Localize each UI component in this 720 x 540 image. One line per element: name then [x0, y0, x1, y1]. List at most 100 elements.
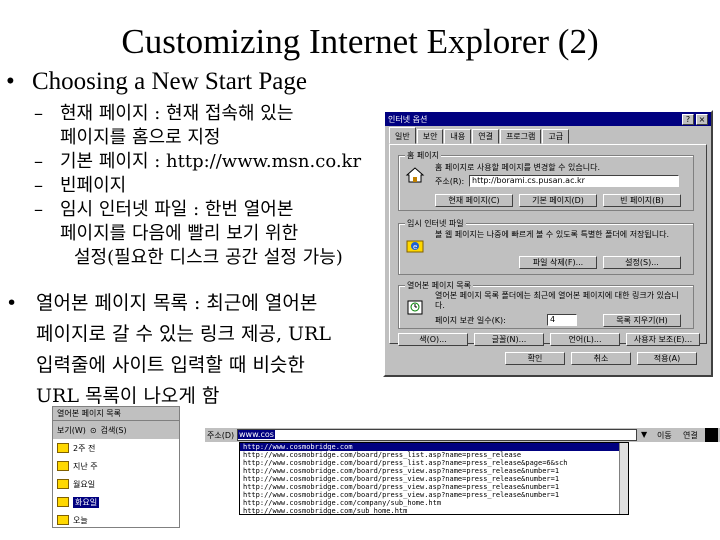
dash-symbol: – — [34, 151, 43, 172]
home-page-group: 홈 페이지 홈 페이지로 사용할 페이지를 변경할 수 있습니다. 주소(R):… — [398, 150, 694, 211]
url-suggestion[interactable]: http://www.cosmobridge.com/sub_home.htm — [240, 507, 628, 515]
address-label: 주소(R): — [435, 177, 465, 186]
history-pane: 열어본 페이지 목록 보기(W) ⊙ 검색(S) 2주 전 지난 주 월요일 화… — [52, 406, 180, 528]
address-bar-label: 주소(D) — [207, 431, 235, 440]
dash-symbol: – — [34, 199, 43, 220]
sub-bullet-item: – 현재 페이지 : 현재 접속해 있는 페이지를 홈으로 지정 — [34, 102, 394, 150]
second-bullet-line: 열어본 페이지 목록 : 최근에 열어본 — [36, 292, 318, 314]
sub-bullet-line: 임시 인터넷 파일 : 한번 열어본 — [60, 199, 294, 220]
history-group: 열어본 페이지 목록 열어본 페이지 목록 폴더에는 최근에 열어본 페이지에 … — [398, 280, 694, 329]
ie-logo-icon — [705, 428, 718, 442]
address-input[interactable]: www.cos — [237, 429, 637, 441]
address-bar: 주소(D) www.cos ▼ 이동 연결 — [205, 427, 720, 442]
second-bullet-line: 페이지로 갈 수 있는 링크 제공, URL — [36, 323, 331, 345]
bullet-symbol: • — [6, 292, 18, 314]
typed-text: www.cos — [238, 430, 275, 439]
history-text: 열어본 페이지 목록 폴더에는 최근에 열어본 페이지에 대한 링크가 있습니다… — [435, 291, 679, 310]
url-suggestion[interactable]: http://www.cosmobridge.com/board/press_v… — [240, 475, 628, 483]
sub-bullet-item: – 임시 인터넷 파일 : 한번 열어본 페이지를 다음에 빨리 보기 위한 설… — [34, 198, 394, 270]
sub-bullet-list: – 현재 페이지 : 현재 접속해 있는 페이지를 홈으로 지정 – 기본 페이… — [34, 102, 394, 270]
url-suggestion[interactable]: http://www.cosmobridge.com/company/sub_h… — [240, 499, 628, 507]
folder-icon — [57, 461, 69, 471]
delete-files-button[interactable]: 파일 삭제(F)... — [519, 256, 597, 269]
dialog-action-row: 확인 취소 적용(A) — [385, 344, 711, 372]
tab-connections[interactable]: 연결 — [472, 129, 499, 144]
url-suggestion[interactable]: http://www.cosmobridge.com/board/press_v… — [240, 491, 628, 499]
url-suggestion-list: http://www.cosmobridge.com http://www.co… — [239, 442, 629, 515]
url-suggestion[interactable]: http://www.cosmobridge.com/board/press_v… — [240, 467, 628, 475]
folder-icon — [57, 497, 69, 507]
history-item[interactable]: 오늘 — [53, 511, 179, 529]
history-item-selected[interactable]: 화요일 — [53, 493, 179, 511]
history-item[interactable]: 2주 전 — [53, 439, 179, 457]
sub-bullet-item: – 기본 페이지 : http://www.msn.co.kr — [34, 150, 394, 174]
use-blank-button[interactable]: 빈 페이지(B) — [603, 194, 681, 207]
bullet-symbol: • — [6, 68, 15, 95]
dropdown-arrow-icon[interactable]: ▼ — [641, 430, 647, 439]
main-bullet-text: Choosing a New Start Page — [32, 68, 307, 95]
tab-advanced[interactable]: 고급 — [542, 129, 570, 144]
ok-button[interactable]: 확인 — [505, 352, 565, 365]
history-item[interactable]: 월요일 — [53, 475, 179, 493]
folder-icon — [57, 479, 69, 489]
folder-icon — [57, 515, 69, 525]
sub-bullet-line: 현재 페이지 : 현재 접속해 있는 — [60, 103, 294, 124]
history-icon — [407, 300, 423, 315]
apply-button[interactable]: 적용(A) — [637, 352, 697, 365]
search-icon: ⊙ — [89, 425, 97, 435]
history-legend: 열어본 페이지 목록 — [405, 280, 473, 291]
folder-icon — [57, 443, 69, 453]
url-suggestion[interactable]: http://www.cosmobridge.com/board/press_v… — [240, 483, 628, 491]
history-days-spinner[interactable]: 4 — [547, 314, 577, 326]
home-page-legend: 홈 페이지 — [405, 150, 441, 161]
main-bullet: • Choosing a New Start Page — [6, 68, 307, 96]
history-days-label: 페이지 보관 일수(K): — [435, 316, 506, 325]
second-bullet-line: 입력줄에 사이트 입력할 때 비슷한 — [36, 354, 305, 376]
temp-files-legend: 임시 인터넷 파일 — [405, 218, 466, 229]
temp-settings-button[interactable]: 설정(S)... — [603, 256, 681, 269]
close-button[interactable]: × — [696, 113, 708, 125]
go-button[interactable]: 이동 — [657, 430, 672, 441]
dialog-titlebar: 인터넷 옵션 ? × — [385, 112, 711, 126]
tab-security[interactable]: 보안 — [416, 129, 444, 144]
links-button[interactable]: 연결 — [683, 430, 698, 441]
search-button[interactable]: 검색(S) — [101, 425, 127, 436]
history-pane-toolbar: 보기(W) ⊙ 검색(S) — [53, 421, 179, 439]
sub-bullet-line: 설정(필요한 디스크 공간 설정 가능) — [74, 247, 343, 268]
url-suggestion[interactable]: http://www.cosmobridge.com — [240, 443, 628, 451]
sub-bullet-line: 페이지를 다음에 빨리 보기 위한 — [60, 223, 299, 244]
history-pane-header: 열어본 페이지 목록 — [53, 407, 179, 421]
dash-symbol: – — [34, 103, 43, 124]
use-current-button[interactable]: 현재 페이지(C) — [435, 194, 513, 207]
scrollbar[interactable] — [619, 443, 628, 514]
sub-bullet-line: 빈페이지 — [60, 175, 127, 196]
help-button[interactable]: ? — [682, 113, 694, 125]
general-tab-panel: 홈 페이지 홈 페이지로 사용할 페이지를 변경할 수 있습니다. 주소(R):… — [389, 144, 707, 346]
tab-content[interactable]: 내용 — [444, 129, 472, 144]
sub-bullet-line: 기본 페이지 : http://www.msn.co.kr — [60, 151, 362, 172]
use-default-button[interactable]: 기본 페이지(D) — [519, 194, 597, 207]
ie-folder-icon: e — [406, 240, 424, 253]
temp-files-text: 볼 웹 페이지는 나중에 빠르게 볼 수 있도록 특별한 폴더에 저장됩니다. — [435, 230, 670, 239]
tab-programs[interactable]: 프로그램 — [499, 129, 542, 144]
slide-title: Customizing Internet Explorer (2) — [121, 22, 599, 61]
sub-bullet-item: – 빈페이지 — [34, 174, 394, 198]
sub-bullet-line: 페이지를 홈으로 지정 — [60, 127, 221, 148]
internet-options-dialog: 인터넷 옵션 ? × 일반 보안 내용 연결 프로그램 고급 홈 페이지 홈 페… — [383, 110, 713, 377]
house-icon — [405, 167, 425, 183]
tab-general[interactable]: 일반 — [389, 127, 416, 144]
second-bullet: • 열어본 페이지 목록 : 최근에 열어본 페이지로 갈 수 있는 링크 제공… — [6, 288, 391, 412]
address-autocomplete: 주소(D) www.cos ▼ 이동 연결 http://www.cosmobr… — [205, 427, 720, 515]
dash-symbol: – — [34, 175, 43, 196]
url-suggestion[interactable]: http://www.cosmobridge.com/board/press_l… — [240, 451, 628, 459]
cancel-button[interactable]: 취소 — [571, 352, 631, 365]
dialog-title: 인터넷 옵션 — [388, 114, 428, 124]
url-suggestion[interactable]: http://www.cosmobridge.com/board/press_l… — [240, 459, 628, 467]
home-page-text: 홈 페이지로 사용할 페이지를 변경할 수 있습니다. — [435, 163, 600, 172]
home-address-field[interactable]: http://borami.cs.pusan.ac.kr — [469, 175, 679, 187]
history-item[interactable]: 지난 주 — [53, 457, 179, 475]
dialog-tabs: 일반 보안 내용 연결 프로그램 고급 — [385, 126, 711, 144]
view-menu-button[interactable]: 보기(W) — [57, 425, 86, 436]
temp-files-group: 임시 인터넷 파일 e 볼 웹 페이지는 나중에 빠르게 볼 수 있도록 특별한… — [398, 218, 694, 275]
clear-history-button[interactable]: 목록 지우기(H) — [603, 314, 681, 327]
